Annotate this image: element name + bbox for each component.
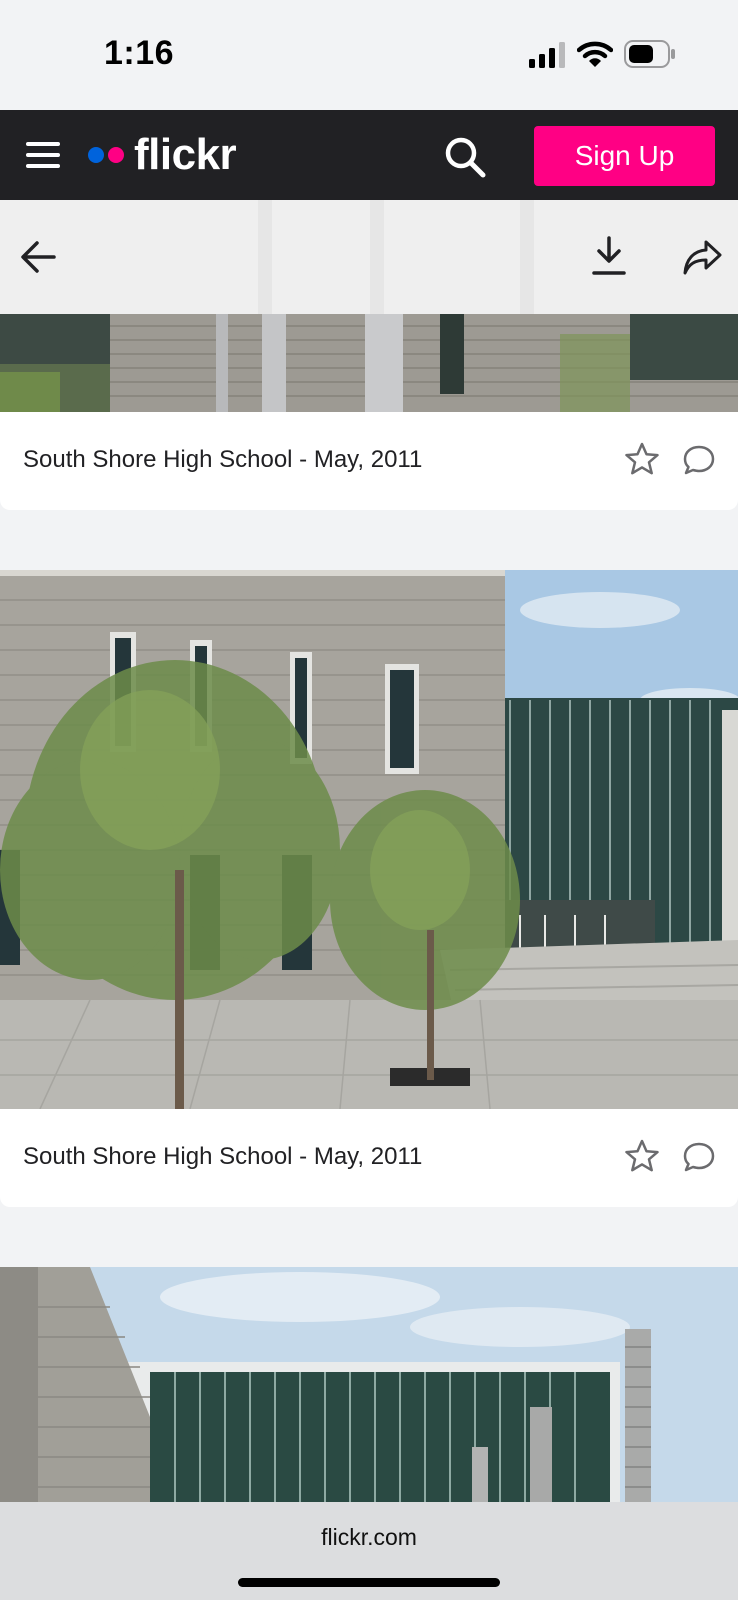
status-bar: 1:16 <box>0 0 738 110</box>
menu-icon[interactable] <box>26 140 60 170</box>
toolbar-shadow <box>258 200 272 314</box>
photo-title[interactable]: South Shore High School - May, 2011 <box>23 1143 422 1171</box>
photo-thumbnail[interactable] <box>0 1267 738 1502</box>
star-icon[interactable] <box>625 1139 659 1173</box>
comment-icon[interactable] <box>683 444 715 476</box>
toolbar-shadow <box>520 200 534 314</box>
logo-wordmark: flickr <box>134 130 237 179</box>
browser-bottom-bar: flickr.com <box>0 1502 738 1600</box>
share-icon[interactable] <box>682 238 722 276</box>
search-icon[interactable] <box>444 136 486 178</box>
download-icon[interactable] <box>592 236 626 276</box>
toolbar-shadow <box>370 200 384 314</box>
url-bar[interactable]: flickr.com <box>0 1524 738 1551</box>
cellular-signal-icon <box>529 42 565 68</box>
top-navbar: flickr Sign Up <box>0 110 738 200</box>
photo-thumbnail[interactable] <box>0 570 738 1109</box>
flickr-logo[interactable]: flickr <box>88 128 237 182</box>
wifi-icon <box>577 41 613 67</box>
photo-title[interactable]: South Shore High School - May, 2011 <box>23 446 422 474</box>
home-indicator[interactable] <box>238 1578 500 1587</box>
photo-thumbnail[interactable] <box>0 314 738 412</box>
photo-card-footer: South Shore High School - May, 2011 <box>0 1109 738 1207</box>
flickr-dots-icon <box>88 147 126 163</box>
star-icon[interactable] <box>625 442 659 476</box>
back-arrow-icon[interactable] <box>20 238 58 276</box>
photo-toolbar <box>0 200 738 314</box>
sign-up-button[interactable]: Sign Up <box>534 126 715 186</box>
comment-icon[interactable] <box>683 1141 715 1173</box>
battery-icon <box>624 40 675 68</box>
status-time: 1:16 <box>104 34 175 72</box>
photo-card-footer: South Shore High School - May, 2011 <box>0 412 738 510</box>
